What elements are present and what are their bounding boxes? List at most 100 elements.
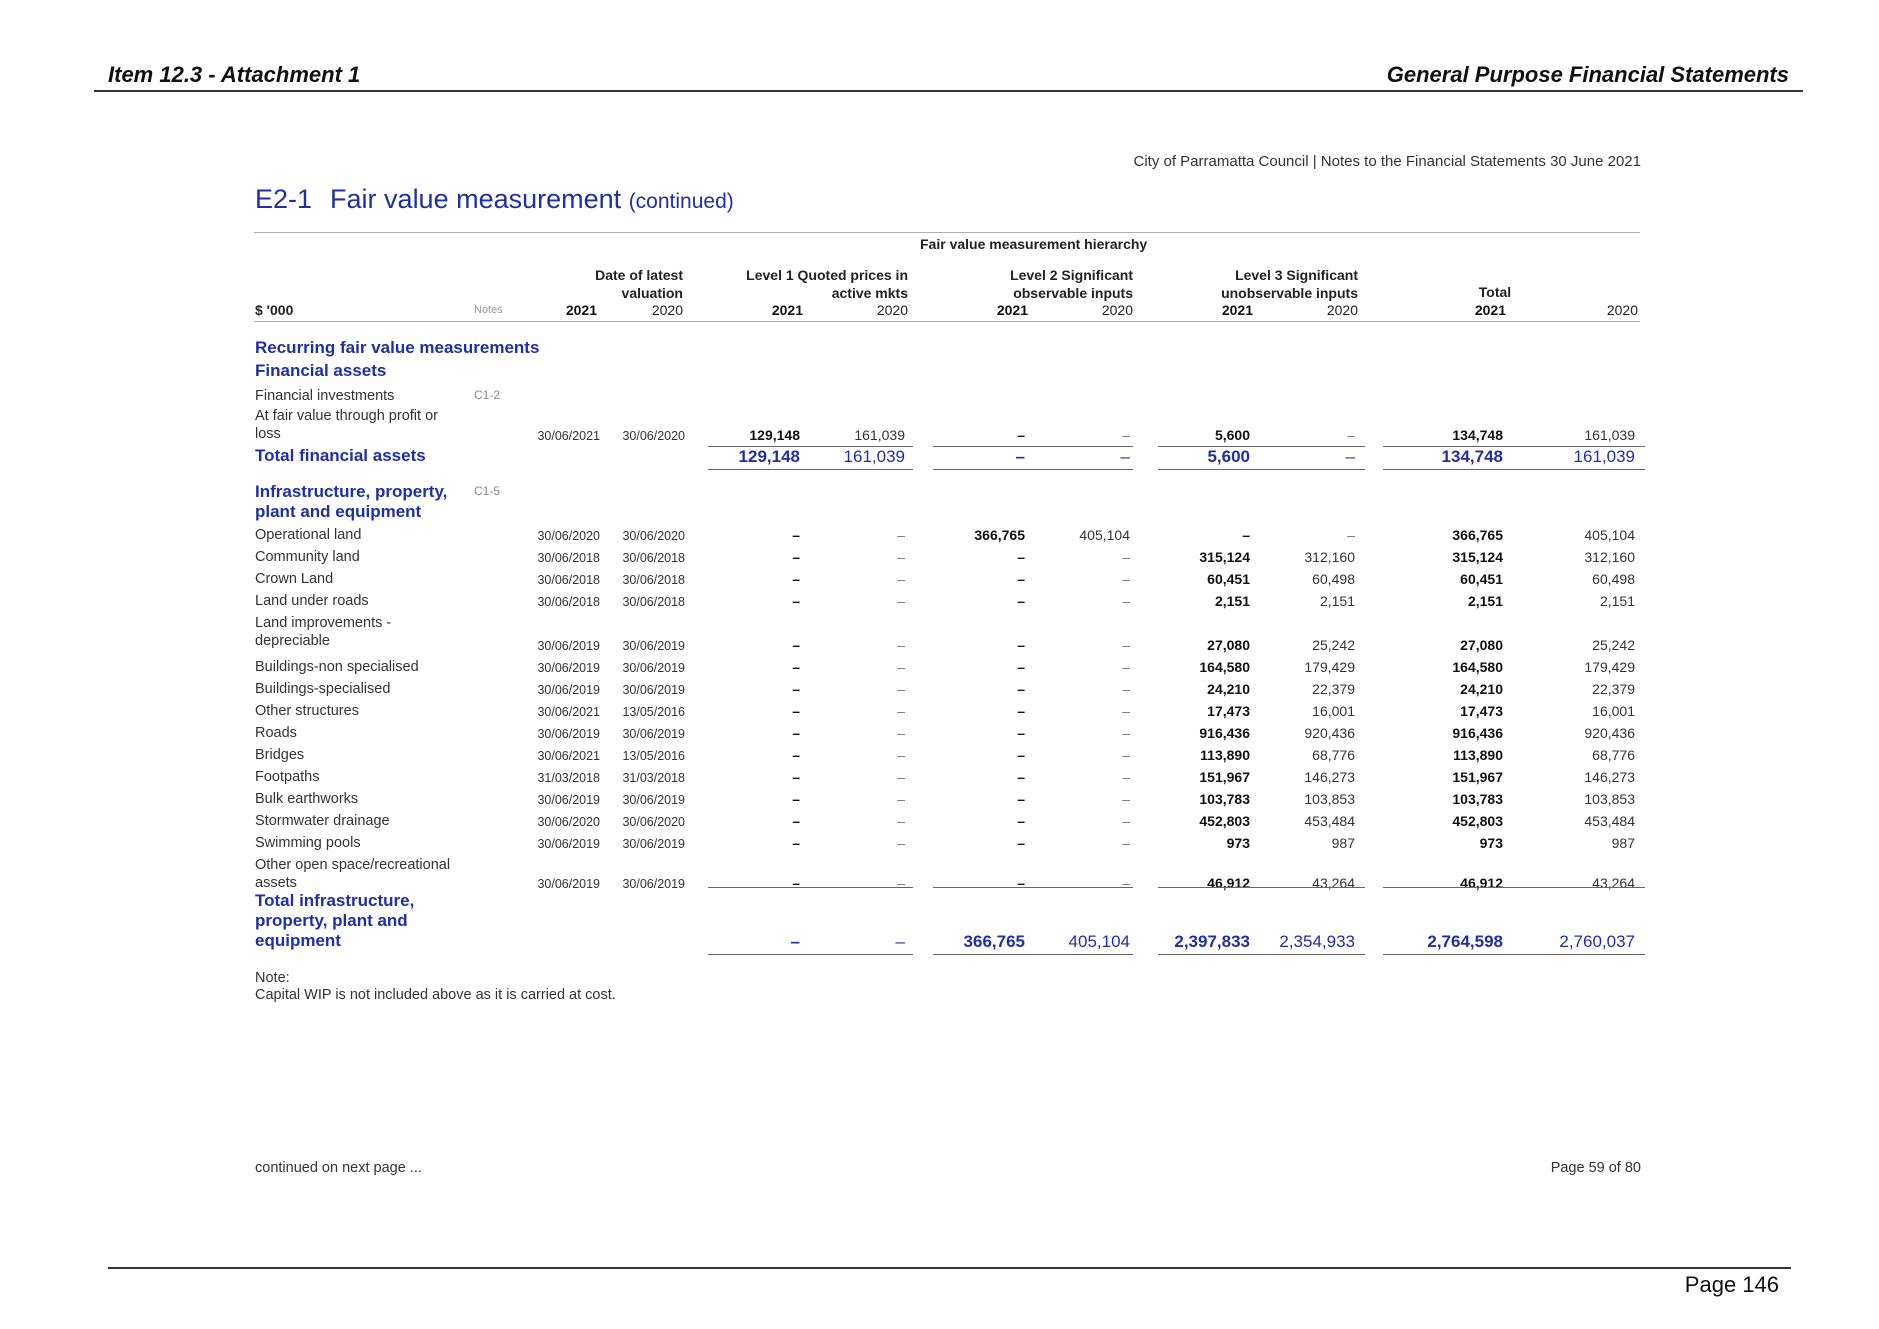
cell-tb: 43,264 <box>1592 875 1635 891</box>
page-number: Page 146 <box>1684 1272 1779 1297</box>
section-title: E2-1 Fair value measurement (continued) <box>255 184 734 215</box>
unit-label: $ '000 <box>255 302 294 318</box>
cell-l3b: 60,498 <box>1312 571 1355 587</box>
cell-l1a: – <box>792 791 800 807</box>
total-column-header: Total <box>1478 284 1512 300</box>
cell-l3b: 22,379 <box>1312 681 1355 697</box>
cell-l2a: – <box>1017 835 1025 851</box>
cell-l2a: 366,765 <box>974 527 1025 543</box>
valuation-date-2020: 30/06/2020 <box>622 429 685 443</box>
notes-column-label: Notes <box>474 304 503 316</box>
cell-l1a: – <box>792 527 800 543</box>
cell-l3b: 987 <box>1331 835 1355 851</box>
cell-l2a: – <box>1017 681 1025 697</box>
cell-l3a: 164,580 <box>1199 659 1250 675</box>
cell-tb: 453,484 <box>1584 813 1635 829</box>
cell-l3a: 60,451 <box>1207 571 1250 587</box>
cell-l3a: 452,803 <box>1199 813 1250 829</box>
section-continued: (continued) <box>628 190 734 213</box>
cell-l2b: – <box>1122 835 1130 851</box>
title-divider <box>254 232 1640 233</box>
cell-l2b: – <box>1122 659 1130 675</box>
cell-l1b: – <box>897 835 905 851</box>
cell-l2a: – <box>1017 791 1025 807</box>
year-2021-date: 2021 <box>565 302 597 318</box>
cell-l1b: – <box>897 527 905 543</box>
level1-column-header: Level 1 Quoted prices in active mkts <box>706 266 908 302</box>
header-attachment-label: Item 12.3 - Attachment 1 <box>108 62 361 87</box>
cell-l1b: – <box>897 813 905 829</box>
total-rule <box>933 469 1133 470</box>
cell-l1a: – <box>792 747 800 763</box>
cell-l2a: – <box>1017 747 1025 763</box>
row-label: Swimming pools <box>255 835 361 851</box>
cell-tb: 161,039 <box>1573 447 1635 466</box>
total-rule <box>1158 469 1365 470</box>
financial-assets-heading: Financial assets <box>255 361 387 380</box>
valuation-date-2021: 30/06/2019 <box>537 639 600 653</box>
section-name: Fair value measurement <box>330 184 622 214</box>
cell-l3a: 113,890 <box>1200 747 1250 763</box>
ippe-heading-line1: Infrastructure, property, <box>255 482 448 501</box>
cell-l3a: – <box>1242 527 1250 543</box>
cell-l3a: 916,436 <box>1199 725 1250 741</box>
valuation-date-2020: 13/05/2016 <box>622 749 685 763</box>
cell-ta: 46,912 <box>1460 875 1503 891</box>
date-col-line1: Date of latest <box>595 267 683 283</box>
year-2021-level3: 2021 <box>1221 302 1253 318</box>
cell-l3a: 973 <box>1226 835 1250 851</box>
cell-tb: 405,104 <box>1584 527 1635 543</box>
cell-l2a: – <box>1017 549 1025 565</box>
total-rule <box>708 954 913 955</box>
continued-next-page: continued on next page ... <box>255 1160 422 1176</box>
cell-l1a: – <box>792 571 800 587</box>
cell-ta: 973 <box>1479 835 1503 851</box>
cell-l3a: 5,600 <box>1214 427 1250 443</box>
cell-ta: 134,748 <box>1452 427 1503 443</box>
cell-l2b: – <box>1120 447 1130 466</box>
cell-l3a: 315,124 <box>1199 549 1250 565</box>
cell-tb: 16,001 <box>1592 703 1635 719</box>
financial-note-ref: C1-2 <box>474 388 501 402</box>
cell-tb: 60,498 <box>1592 571 1635 587</box>
row-label: Other open space/recreational assets <box>255 857 451 891</box>
cell-l3a: 2,397,833 <box>1174 932 1250 951</box>
cell-l2b: – <box>1122 813 1130 829</box>
valuation-date-2021: 30/06/2021 <box>537 749 600 763</box>
level2-line1: Level 2 Significant <box>1010 267 1133 283</box>
row-label: Land improvements - depreciable <box>255 615 392 649</box>
cell-l3b: – <box>1347 427 1355 443</box>
row-label: Buildings-specialised <box>255 681 391 697</box>
year-2021-total: 2021 <box>1474 302 1506 318</box>
cell-l1b: – <box>897 769 905 785</box>
level3-line1: Level 3 Significant <box>1235 267 1358 283</box>
cell-l2b: – <box>1122 593 1130 609</box>
valuation-date-2020: 30/06/2019 <box>622 683 685 697</box>
row-label: Crown Land <box>255 571 334 587</box>
footer-divider <box>108 1267 1791 1269</box>
cell-l3a: 103,783 <box>1199 791 1250 807</box>
valuation-date-2020: 31/03/2018 <box>622 771 685 785</box>
cell-l3b: 2,354,933 <box>1279 932 1355 951</box>
cell-l1b: – <box>897 875 905 891</box>
header-divider <box>254 321 1640 322</box>
cell-l2a: – <box>1017 703 1025 719</box>
cell-ta: 2,764,598 <box>1427 932 1503 951</box>
level1-line2: active mkts <box>831 285 908 301</box>
row-label: Financial investments <box>255 388 395 404</box>
cell-l1b: – <box>897 571 905 587</box>
cell-ta: 916,436 <box>1452 725 1503 741</box>
cell-tb: 312,160 <box>1584 549 1635 565</box>
cell-l2a: 366,765 <box>963 932 1025 951</box>
cell-l2a: – <box>1017 427 1025 443</box>
cell-tb: 2,151 <box>1599 593 1635 609</box>
row-label: Stormwater drainage <box>255 813 390 829</box>
cell-l1b: 161,039 <box>854 427 905 443</box>
cell-ta: 164,580 <box>1452 659 1503 675</box>
cell-l1a: 129,148 <box>749 427 800 443</box>
year-2020-date: 2020 <box>651 302 683 318</box>
cell-l2b: – <box>1122 681 1130 697</box>
valuation-date-2020: 30/06/2018 <box>622 595 685 609</box>
council-notes-line: City of Parramatta Council | Notes to th… <box>1133 153 1642 170</box>
valuation-date-2021: 30/06/2019 <box>537 837 600 851</box>
